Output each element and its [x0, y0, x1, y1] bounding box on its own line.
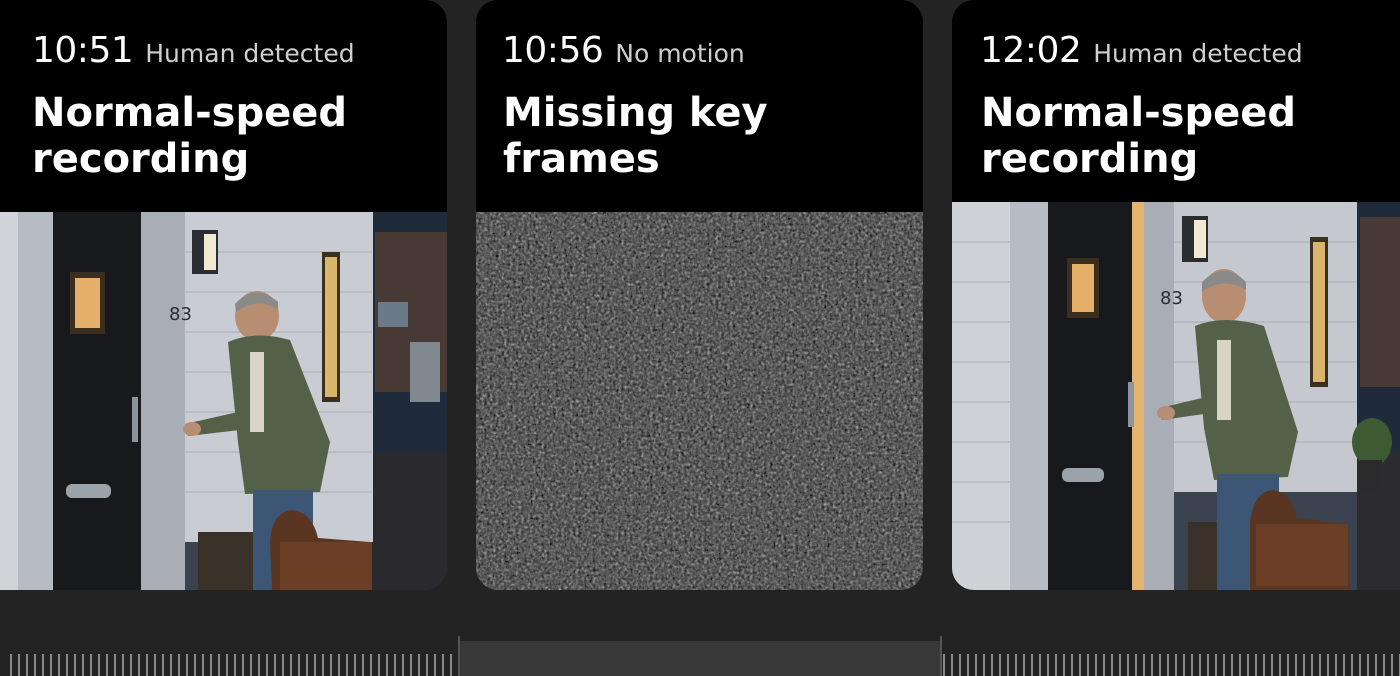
house-number: 83	[1160, 288, 1183, 309]
event-card-missing-frames[interactable]: 10:56 No motion Missing key frames	[476, 0, 923, 590]
timeline-divider	[458, 636, 460, 676]
doorstep-scene: 83	[952, 202, 1400, 590]
event-meta: 10:56 No motion	[502, 30, 745, 71]
event-title: Normal-speed recording	[981, 90, 1296, 182]
timeline-ticks-segment-2	[941, 654, 1400, 676]
timeline-gap-segment[interactable]	[459, 641, 940, 676]
timeline-ticks-segment-1	[0, 654, 459, 676]
event-type: Human detected	[145, 39, 355, 68]
static-noise-placeholder	[476, 212, 923, 590]
doorstep-scene: 83	[0, 212, 447, 590]
event-title: Normal-speed recording	[32, 90, 347, 182]
video-thumbnail[interactable]: 83	[0, 212, 447, 590]
event-meta: 12:02 Human detected	[980, 30, 1303, 71]
event-card-normal-1[interactable]: 10:51 Human detected Normal-speed recordi…	[0, 0, 447, 590]
event-meta: 10:51 Human detected	[32, 30, 355, 71]
event-time: 12:02	[980, 30, 1082, 71]
tick-marks	[10, 654, 459, 676]
event-type: No motion	[615, 39, 745, 68]
timeline-divider	[940, 636, 942, 676]
tick-marks	[943, 654, 1400, 676]
event-type: Human detected	[1093, 39, 1303, 68]
video-thumbnail[interactable]: 83	[952, 202, 1400, 590]
event-card-normal-2[interactable]: 12:02 Human detected Normal-speed recordi…	[952, 0, 1400, 590]
noise-image	[476, 212, 923, 590]
event-time: 10:56	[502, 30, 604, 71]
event-time: 10:51	[32, 30, 134, 71]
house-number: 83	[169, 304, 192, 325]
event-title: Missing key frames	[503, 90, 768, 182]
